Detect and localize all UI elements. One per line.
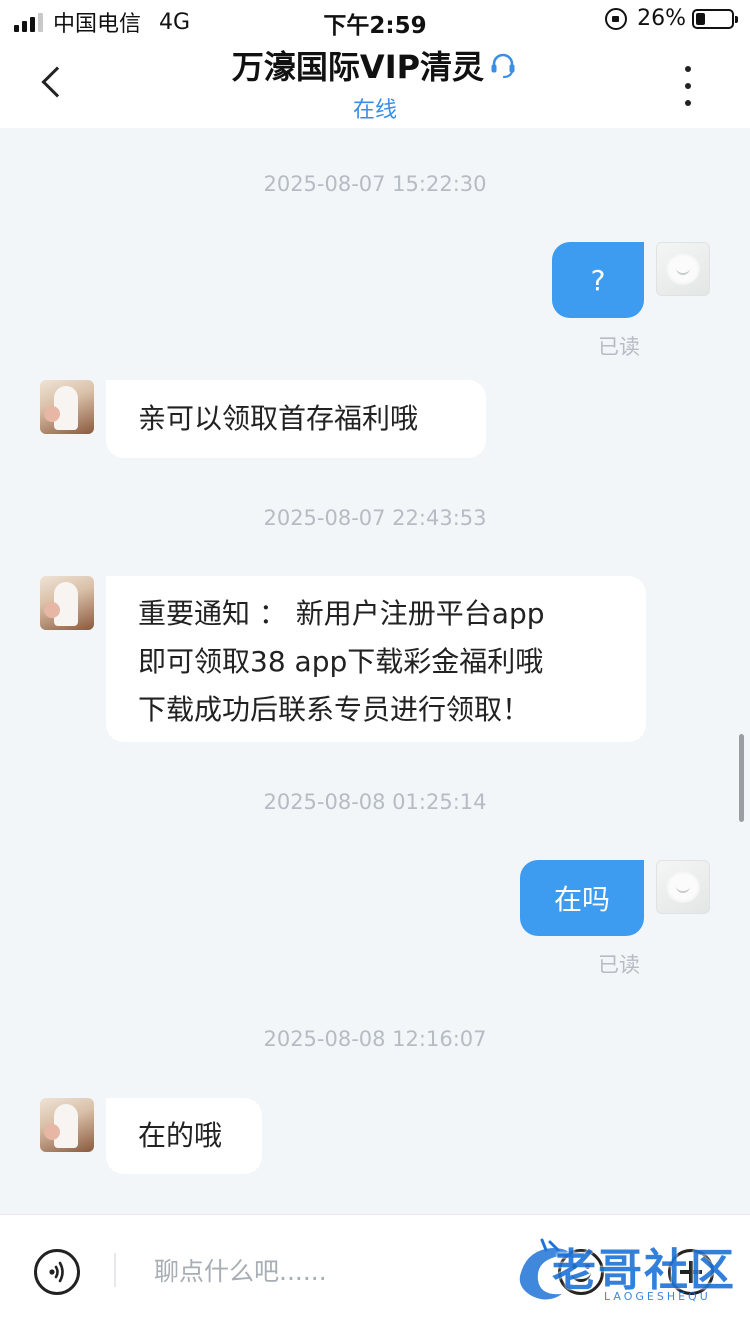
status-bar: 中国电信 4G 下午2:59 26%: [0, 0, 750, 40]
chat-area[interactable]: 2025-08-07 15:22:30 ? 已读 亲可以领取首存福利哦 2025…: [0, 128, 750, 1214]
message-line: 下载成功后联系专员进行领取！: [138, 693, 531, 726]
agent-avatar[interactable]: [40, 576, 94, 630]
user-avatar[interactable]: [656, 242, 710, 296]
user-avatar[interactable]: [656, 860, 710, 914]
sound-wave-icon: [49, 1261, 64, 1283]
message-input[interactable]: [138, 1245, 498, 1297]
network-type: 4G: [159, 9, 191, 35]
scroll-indicator[interactable]: [739, 734, 744, 822]
read-receipt: 已读: [598, 953, 640, 977]
message-timestamp: 2025-08-08 12:16:07: [263, 1027, 487, 1051]
smile-icon: [571, 1272, 591, 1282]
more-actions-button[interactable]: [668, 1249, 714, 1295]
headset-icon: [491, 53, 515, 79]
voice-input-button[interactable]: [34, 1249, 80, 1295]
battery-icon: [692, 8, 738, 29]
online-status: 在线: [352, 98, 397, 123]
message-line: 重要通知 ： 新用户注册平台app: [138, 597, 545, 630]
incoming-message-bubble[interactable]: 重要通知 ： 新用户注册平台app 即可领取38 app下载彩金福利哦 下载成功…: [106, 576, 646, 742]
input-bar: [0, 1214, 750, 1334]
more-options-button[interactable]: [670, 66, 706, 106]
title-line: 万濠国际VIP清灵: [232, 42, 518, 88]
incoming-message-bubble[interactable]: 亲可以领取首存福利哦: [106, 380, 486, 458]
chat-header: 万濠国际VIP清灵 在线: [0, 40, 750, 128]
read-receipt: 已读: [598, 335, 640, 359]
status-right: 26%: [605, 6, 738, 31]
signal-strength-icon: [14, 12, 43, 32]
message-timestamp: 2025-08-07 22:43:53: [263, 506, 487, 530]
message-timestamp: 2025-08-08 01:25:14: [263, 790, 487, 814]
title-block: 万濠国际VIP清灵 在线: [0, 42, 750, 124]
emoji-button[interactable]: [558, 1249, 604, 1295]
input-divider: [114, 1253, 116, 1287]
agent-avatar[interactable]: [40, 380, 94, 434]
page-title: 万濠国际VIP清灵: [231, 48, 485, 86]
status-left: 中国电信 4G: [14, 6, 190, 38]
message-timestamp: 2025-08-07 15:22:30: [263, 172, 487, 196]
message-line: 即可领取38 app下载彩金福利哦: [138, 645, 544, 678]
outgoing-message-bubble[interactable]: ?: [552, 242, 644, 318]
battery-percent: 26%: [637, 6, 686, 31]
carrier-name: 中国电信: [53, 12, 142, 37]
orientation-lock-icon: [605, 7, 628, 30]
outgoing-message-bubble[interactable]: 在吗: [520, 860, 644, 936]
battery-fill: [696, 12, 705, 25]
agent-avatar[interactable]: [40, 1098, 94, 1152]
incoming-message-bubble[interactable]: 在的哦: [106, 1098, 262, 1174]
